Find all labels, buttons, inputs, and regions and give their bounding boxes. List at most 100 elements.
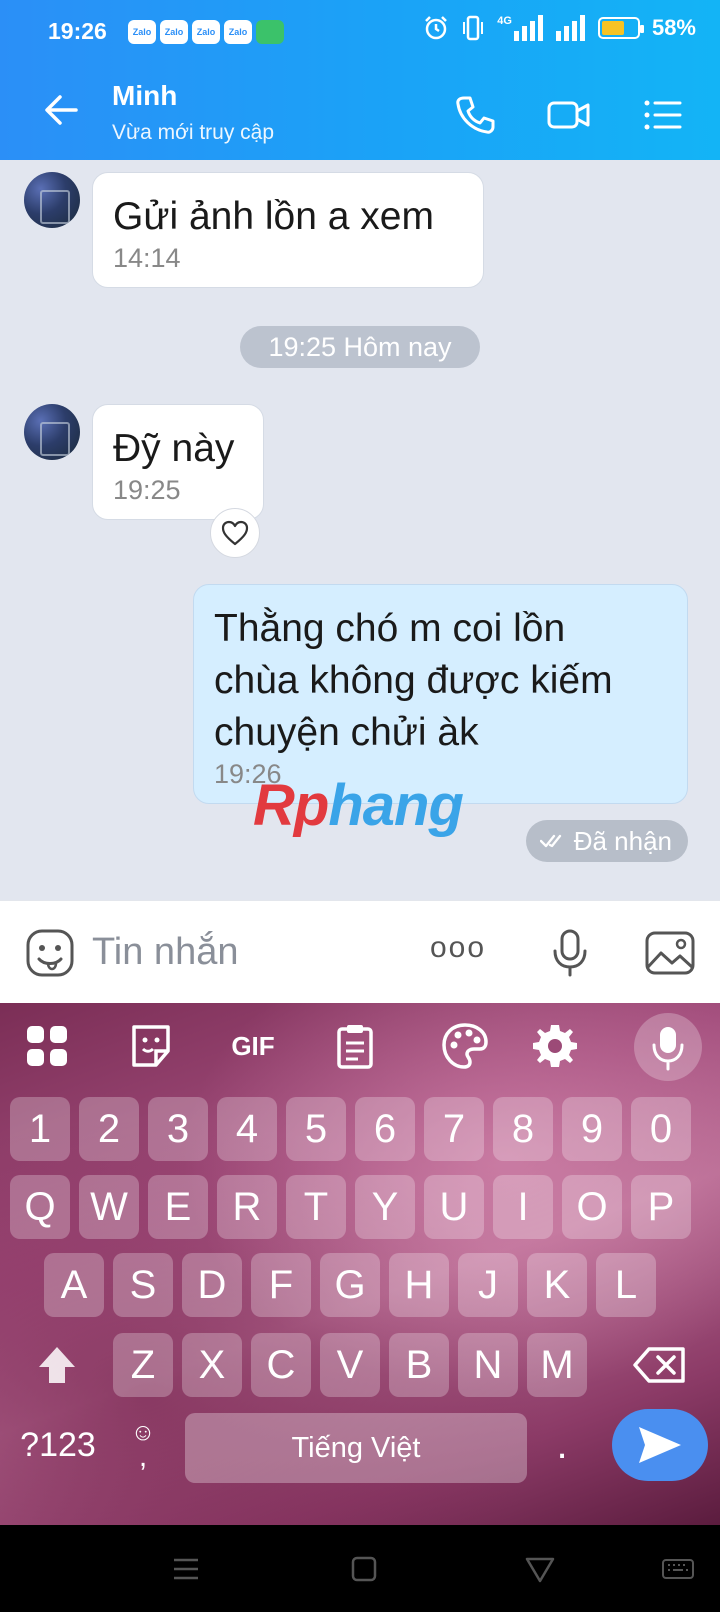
key[interactable]: 3	[148, 1097, 208, 1161]
key[interactable]: T	[286, 1175, 346, 1239]
key[interactable]: A	[44, 1253, 104, 1317]
key[interactable]: X	[182, 1333, 242, 1397]
key[interactable]: L	[596, 1253, 656, 1317]
key[interactable]: Z	[113, 1333, 173, 1397]
vibrate-icon	[463, 15, 484, 41]
key[interactable]: U	[424, 1175, 484, 1239]
zalo-notification-icon: Zalo	[192, 20, 220, 44]
zalo-notification-icon: Zalo	[160, 20, 188, 44]
delivery-status-text: Đã nhận	[573, 826, 672, 856]
gif-button[interactable]: GIF	[228, 1021, 278, 1071]
period-key[interactable]: .	[540, 1413, 584, 1477]
back-triangle-icon[interactable]	[522, 1551, 558, 1587]
key[interactable]: W	[79, 1175, 139, 1239]
space-key[interactable]: Tiếng Việt	[185, 1413, 527, 1483]
key[interactable]: F	[251, 1253, 311, 1317]
battery-icon	[597, 17, 644, 39]
key[interactable]: 8	[493, 1097, 553, 1161]
key[interactable]: Q	[10, 1175, 70, 1239]
keyboard-voice-button[interactable]	[634, 1013, 702, 1081]
send-arrow-icon	[639, 1427, 681, 1463]
palette-icon[interactable]	[440, 1021, 490, 1071]
key[interactable]: 9	[562, 1097, 622, 1161]
key[interactable]: K	[527, 1253, 587, 1317]
message-time: 14:14	[113, 243, 181, 273]
message-bubble-outgoing[interactable]: Thằng chó m coi lồn chùa không được kiếm…	[193, 584, 688, 804]
contact-name[interactable]: Minh	[112, 80, 177, 112]
key[interactable]: 5	[286, 1097, 346, 1161]
message-bubble-incoming[interactable]: Gửi ảnh lồn a xem 14:14	[92, 172, 484, 288]
clipboard-icon[interactable]	[330, 1021, 380, 1071]
zalo-notification-icon: Zalo	[224, 20, 252, 44]
message-bubble-incoming[interactable]: Đỹ này 19:25	[92, 404, 264, 520]
key[interactable]: E	[148, 1175, 208, 1239]
key[interactable]: S	[113, 1253, 173, 1317]
key[interactable]: V	[320, 1333, 380, 1397]
key[interactable]: B	[389, 1333, 449, 1397]
battery-percent: 58%	[651, 15, 696, 40]
message-line: Thằng chó m coi lồn	[214, 607, 566, 650]
key[interactable]: N	[458, 1333, 518, 1397]
key[interactable]: 2	[79, 1097, 139, 1161]
symbols-key[interactable]: ?123	[10, 1413, 106, 1477]
alarm-icon	[425, 16, 448, 40]
chat-area[interactable]: Gửi ảnh lồn a xem 14:14 19:25 Hôm nay Đỹ…	[0, 160, 720, 900]
backspace-icon	[633, 1347, 685, 1383]
recent-apps-icon[interactable]	[168, 1551, 204, 1587]
shift-key[interactable]	[22, 1333, 92, 1397]
key[interactable]: 6	[355, 1097, 415, 1161]
key[interactable]: 7	[424, 1097, 484, 1161]
message-notification-icon	[256, 20, 284, 44]
emoji-sticker-icon[interactable]	[24, 927, 76, 979]
key[interactable]: 4	[217, 1097, 277, 1161]
sticker-icon[interactable]	[126, 1021, 176, 1071]
notification-icons: Zalo Zalo Zalo Zalo	[128, 20, 284, 44]
backspace-key[interactable]	[620, 1333, 700, 1397]
key[interactable]: H	[389, 1253, 449, 1317]
phone-icon[interactable]	[452, 92, 498, 138]
image-attach-icon[interactable]	[644, 927, 696, 979]
home-icon[interactable]	[346, 1551, 382, 1587]
shift-arrow-icon	[39, 1347, 75, 1383]
key[interactable]: R	[217, 1175, 277, 1239]
key[interactable]: 0	[631, 1097, 691, 1161]
network-type: 4G	[497, 15, 512, 27]
key[interactable]: G	[320, 1253, 380, 1317]
contact-avatar[interactable]	[24, 172, 80, 228]
emoji-comma-key[interactable]: ☺ ,	[118, 1413, 168, 1477]
message-line: chuyện chửi àk	[214, 711, 479, 754]
day-separator: 19:25 Hôm nay	[240, 326, 480, 368]
status-time: 19:26	[48, 18, 107, 44]
video-call-icon[interactable]	[546, 92, 592, 138]
zalo-notification-icon: Zalo	[128, 20, 156, 44]
message-input[interactable]: Tin nhắn	[92, 931, 238, 974]
chat-header: 19:26 Zalo Zalo Zalo Zalo 4G 58% Minh Vừ…	[0, 0, 720, 160]
key[interactable]: M	[527, 1333, 587, 1397]
key[interactable]: Y	[355, 1175, 415, 1239]
keyboard-hide-icon[interactable]	[660, 1551, 696, 1587]
message-time: 19:25	[113, 475, 181, 505]
contact-avatar[interactable]	[24, 404, 80, 460]
status-bar: 19:26 Zalo Zalo Zalo Zalo 4G 58%	[0, 0, 720, 64]
signal-icon	[555, 15, 585, 41]
key[interactable]: D	[182, 1253, 242, 1317]
message-text: Đỹ này	[113, 427, 235, 470]
message-line: chùa không được kiếm	[214, 659, 613, 702]
more-options-button[interactable]: ooo	[430, 931, 486, 965]
apps-grid-icon[interactable]	[22, 1021, 72, 1071]
double-check-icon	[539, 834, 561, 848]
signal-icon	[513, 15, 543, 41]
menu-list-icon[interactable]	[640, 92, 686, 138]
send-key[interactable]	[612, 1409, 708, 1481]
key[interactable]: J	[458, 1253, 518, 1317]
key[interactable]: 1	[10, 1097, 70, 1161]
key[interactable]: C	[251, 1333, 311, 1397]
contact-status: Vừa mới truy cập	[112, 121, 275, 144]
key[interactable]: O	[562, 1175, 622, 1239]
key[interactable]: P	[631, 1175, 691, 1239]
key[interactable]: I	[493, 1175, 553, 1239]
back-arrow-icon[interactable]	[40, 88, 84, 132]
voice-record-icon[interactable]	[544, 927, 596, 979]
settings-gear-icon[interactable]	[530, 1021, 580, 1071]
reaction-button[interactable]	[210, 508, 260, 558]
